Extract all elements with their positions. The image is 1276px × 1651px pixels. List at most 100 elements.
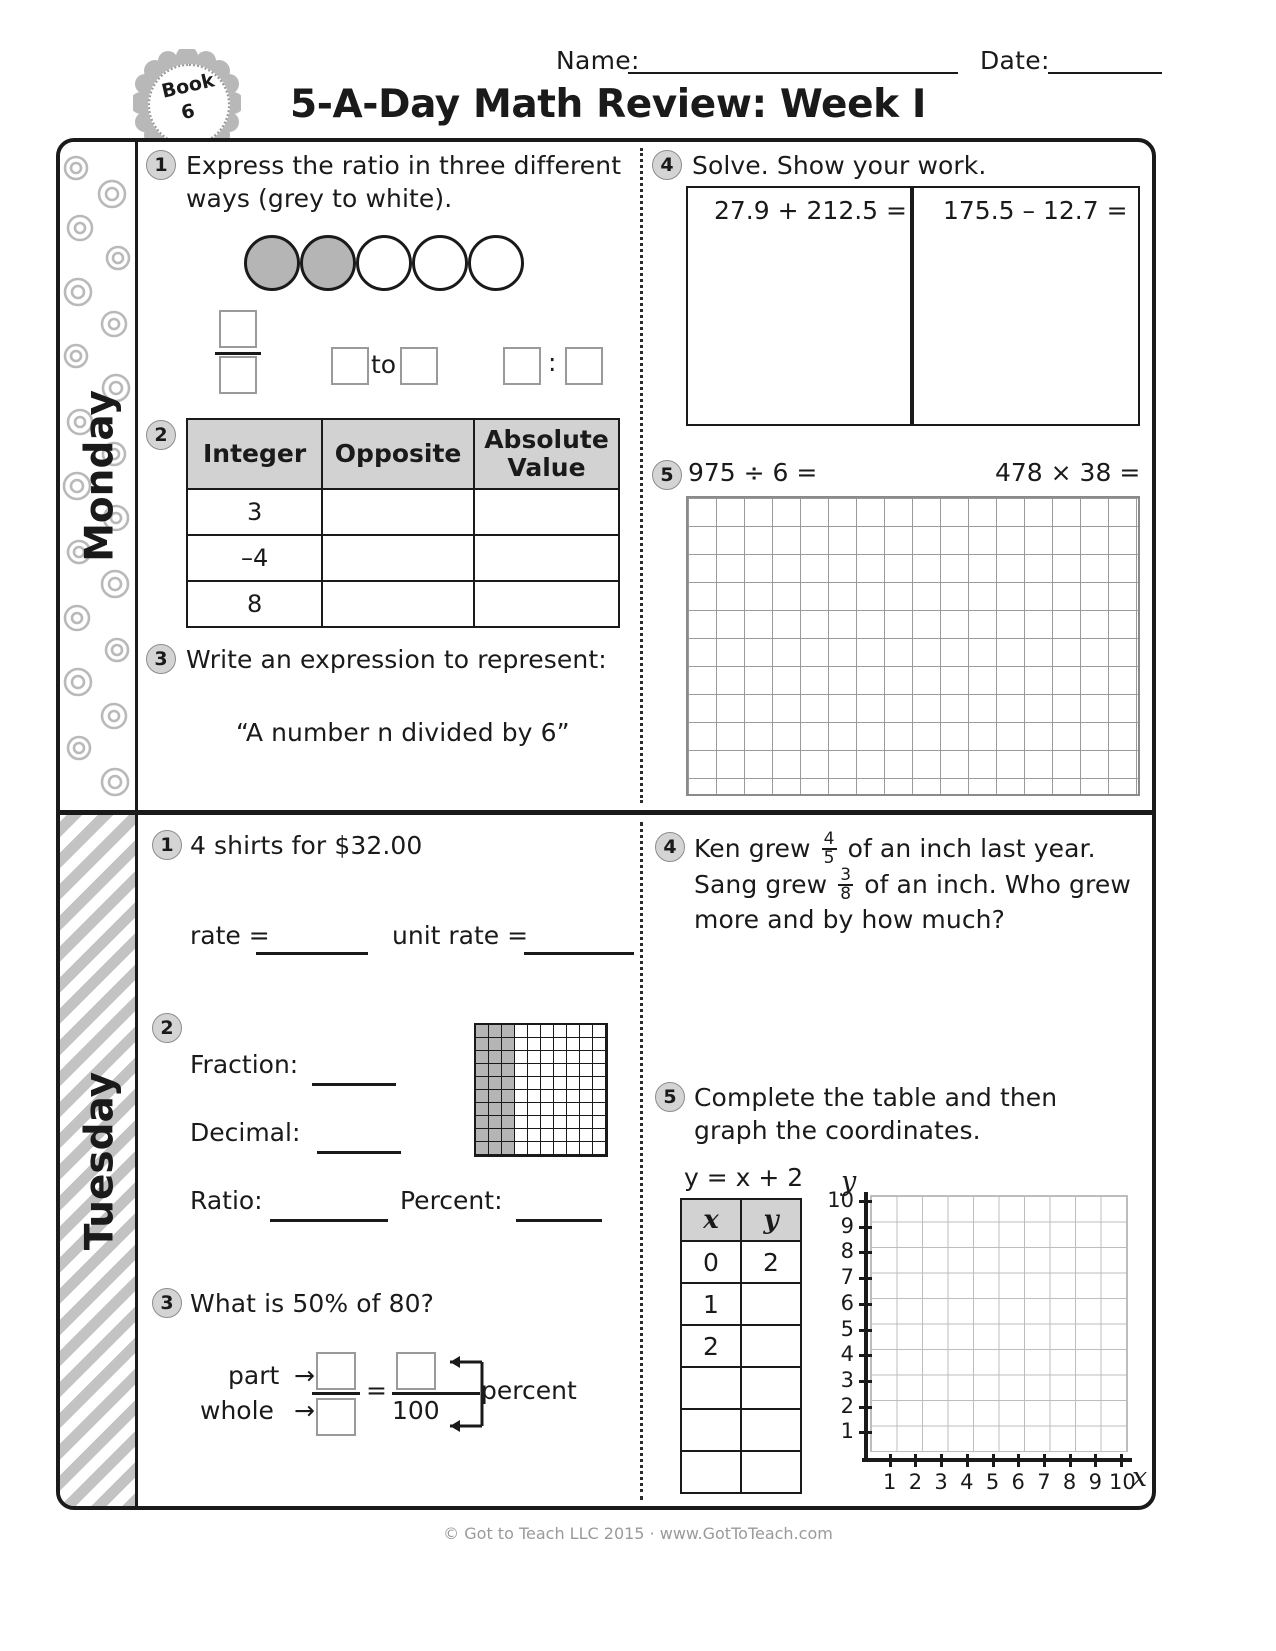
- decimal-grid-cell: [580, 1103, 593, 1116]
- x-axis-tick-label: 10: [1109, 1470, 1136, 1494]
- decimal-grid-cell: [489, 1077, 502, 1090]
- y-axis-tick-label: 10: [827, 1188, 854, 1212]
- x-axis-tick-label: 7: [1037, 1470, 1051, 1494]
- proportion-equals-sign: =: [366, 1376, 387, 1405]
- decimal-grid-cell: [541, 1116, 554, 1129]
- decimal-grid-cell: [476, 1038, 489, 1051]
- ratio-answer-blank[interactable]: [270, 1219, 388, 1222]
- name-input-line[interactable]: [628, 72, 958, 74]
- decimal-grid-cell: [502, 1142, 515, 1155]
- xy-cell-r2c2[interactable]: [740, 1282, 802, 1326]
- table-row: [680, 1408, 802, 1452]
- ratio-circle-5: [468, 235, 524, 291]
- xy-cell-r5c1[interactable]: [680, 1408, 742, 1452]
- coordinate-plane[interactable]: y x 10 9 8 7 6 5 4 3 2 1 1 2 3 4 5 6 7 8 9 10: [827, 1166, 1147, 1500]
- integer-table-header-opposite: Opposite: [321, 418, 475, 490]
- x-axis-tick: [1068, 1454, 1072, 1467]
- xy-cell-r6c2[interactable]: [740, 1450, 802, 1494]
- table-row: 02: [680, 1240, 802, 1284]
- coordinate-grid[interactable]: [870, 1195, 1128, 1452]
- decimal-grid-cell: [489, 1025, 502, 1038]
- integer-cell-r2c3[interactable]: [472, 534, 621, 582]
- part-label: part: [228, 1361, 280, 1390]
- rate-answer-blank[interactable]: [256, 952, 368, 955]
- xy-cell-r5c2[interactable]: [740, 1408, 802, 1452]
- table-row: 1: [680, 1282, 802, 1326]
- unit-rate-label: unit rate =: [392, 921, 529, 950]
- decimal-grid-cell: [528, 1025, 541, 1038]
- question-number-mon-5: 5: [652, 460, 682, 490]
- percent-bracket-label: percent: [481, 1376, 577, 1405]
- monday-column-divider: [640, 148, 643, 803]
- ratio-colon-second-box[interactable]: [565, 347, 603, 385]
- ratio-fraction-bar: [215, 352, 261, 355]
- grid-work-area-mon-5[interactable]: [686, 496, 1140, 796]
- decimal-grid-cell: [476, 1077, 489, 1090]
- decimal-grid-cell: [580, 1116, 593, 1129]
- decimal-grid-cell: [580, 1129, 593, 1142]
- decimal-grid-cell: [515, 1103, 528, 1116]
- integer-cell-r1c2[interactable]: [321, 488, 475, 536]
- footer-credit: © Got to Teach LLC 2015 · www.GotToTeach…: [443, 1524, 833, 1543]
- decimal-grid-cell: [515, 1038, 528, 1051]
- day-spine-tuesday: Tuesday: [60, 815, 138, 1506]
- fraction-answer-blank[interactable]: [312, 1083, 396, 1086]
- whole-value-box[interactable]: [316, 1398, 356, 1436]
- percent-numerator-box[interactable]: [396, 1352, 436, 1390]
- ratio-colon-first-box[interactable]: [503, 347, 541, 385]
- date-input-line[interactable]: [1048, 72, 1162, 74]
- y-axis-tick: [859, 1251, 872, 1255]
- whole-label: whole: [200, 1396, 274, 1425]
- fraction-three-eighths: 38: [838, 867, 854, 903]
- question-number-tue-1: 1: [152, 830, 182, 860]
- decimal-grid-cell: [476, 1129, 489, 1142]
- decimal-grid-cell: [528, 1129, 541, 1142]
- integer-cell-r3c3[interactable]: [472, 580, 621, 628]
- decimal-grid-cell: [476, 1064, 489, 1077]
- decimal-answer-blank[interactable]: [317, 1151, 401, 1154]
- ratio-fraction-numerator-box[interactable]: [219, 310, 257, 348]
- decimal-grid-cell: [502, 1103, 515, 1116]
- part-value-box[interactable]: [316, 1352, 356, 1390]
- integer-cell-r3c2[interactable]: [321, 580, 475, 628]
- fraction-label: Fraction:: [190, 1050, 299, 1079]
- decimal-grid-cell: [554, 1064, 567, 1077]
- right-arrow-icon-part: →: [294, 1361, 315, 1390]
- decimal-grid-cell: [528, 1077, 541, 1090]
- xy-cell-r4c1[interactable]: [680, 1366, 742, 1410]
- xy-cell-r3c2[interactable]: [740, 1324, 802, 1368]
- ratio-colon-label: :: [548, 348, 557, 377]
- integer-table-header-integer: Integer: [185, 418, 324, 490]
- x-axis-tick-label: 4: [960, 1470, 974, 1494]
- question-text-mon-3: Write an expression to represent:: [186, 645, 607, 674]
- decimal-grid-cell: [528, 1064, 541, 1077]
- decimal-grid-cell: [528, 1038, 541, 1051]
- ratio-to-first-box[interactable]: [331, 347, 369, 385]
- decimal-grid-cell: [541, 1090, 554, 1103]
- integer-cell-r1c3[interactable]: [472, 488, 621, 536]
- percent-answer-blank[interactable]: [516, 1219, 602, 1222]
- xy-cell-r6c1[interactable]: [680, 1450, 742, 1494]
- y-axis-tick: [859, 1200, 872, 1203]
- x-axis-tick-label: 1: [883, 1470, 897, 1494]
- y-axis-tick: [859, 1225, 872, 1229]
- decimal-grid-cell: [515, 1116, 528, 1129]
- decimal-grid-cell: [476, 1090, 489, 1103]
- xy-cell-r4c2[interactable]: [740, 1366, 802, 1410]
- day-label-monday: Monday: [77, 390, 123, 562]
- decimal-grid-cell: [528, 1142, 541, 1155]
- unit-rate-answer-blank[interactable]: [524, 952, 634, 955]
- y-axis-tick: [859, 1354, 872, 1358]
- ratio-fraction-denominator-box[interactable]: [219, 356, 257, 394]
- xy-cell-r2c1: 1: [680, 1282, 742, 1326]
- xy-table-header-row: x y: [680, 1198, 802, 1242]
- decimal-grid-cell: [580, 1142, 593, 1155]
- decimal-grid-cell: [541, 1025, 554, 1038]
- decimal-grid-cell: [580, 1038, 593, 1051]
- ratio-to-second-box[interactable]: [400, 347, 438, 385]
- table-row: 2: [680, 1324, 802, 1368]
- decimal-grid-cell: [515, 1129, 528, 1142]
- fraction-denominator: 5: [823, 848, 835, 868]
- integer-cell-r2c2[interactable]: [321, 534, 475, 582]
- decimal-grid-cell: [593, 1051, 606, 1064]
